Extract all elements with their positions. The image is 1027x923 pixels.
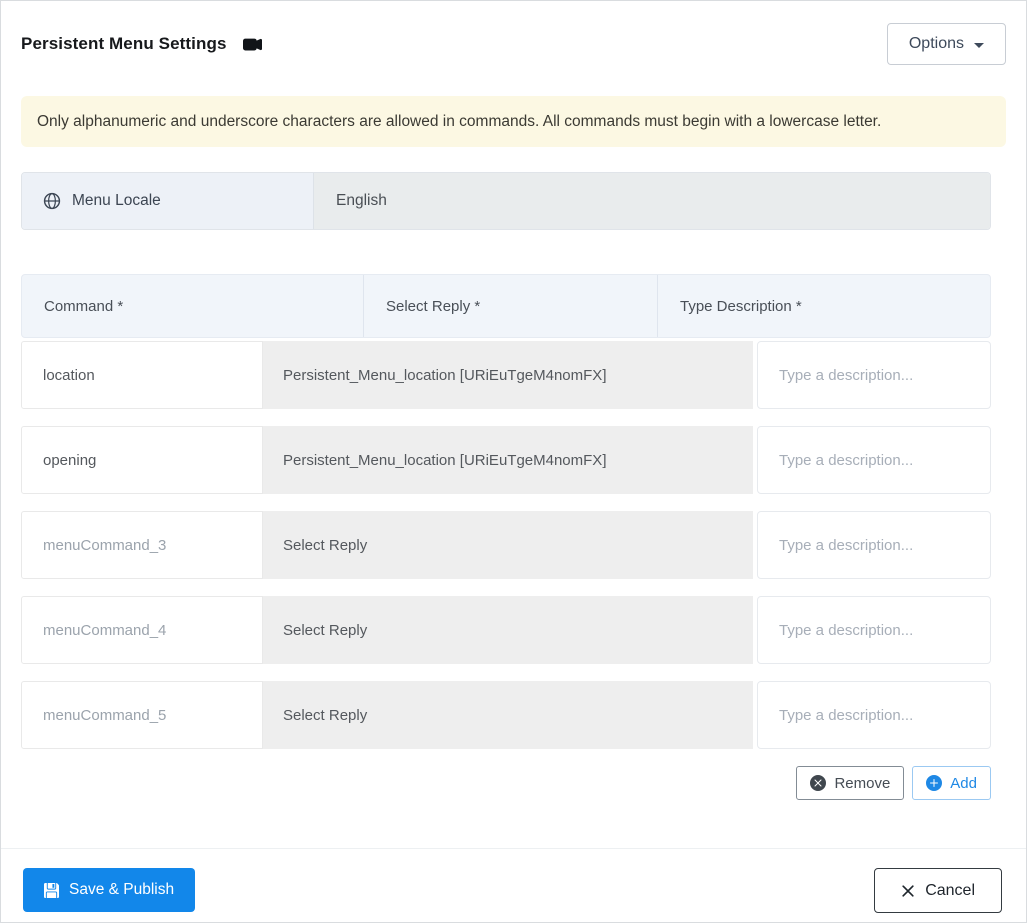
plus-circle-icon [926, 775, 943, 792]
command-row-5: Select Reply [21, 681, 991, 750]
description-input[interactable] [757, 511, 991, 580]
menu-locale-label: Menu Locale [72, 192, 161, 210]
column-header-command: Command * [44, 297, 124, 315]
options-button[interactable]: Options [886, 23, 1006, 65]
row-actions: Remove Add [21, 766, 991, 801]
x-circle-icon [810, 775, 827, 792]
x-icon [901, 884, 915, 898]
video-camera-icon [242, 35, 262, 54]
command-input[interactable] [21, 596, 263, 665]
reply-select-value: Persistent_Menu_location [URiEuTgeM4nomF… [283, 451, 607, 469]
command-row-3: Select Reply [21, 511, 991, 580]
column-header-type-description: Type Description * [680, 297, 802, 315]
save-publish-button[interactable]: Save & Publish [23, 868, 196, 913]
remove-button-label: Remove [834, 774, 891, 792]
command-input[interactable] [21, 511, 263, 580]
reply-select[interactable]: Persistent_Menu_location [URiEuTgeM4nomF… [263, 426, 753, 495]
column-header-select-reply: Select Reply * [363, 275, 658, 338]
command-input[interactable] [21, 681, 263, 750]
description-input[interactable] [757, 596, 991, 665]
page-title: Persistent Menu Settings [21, 34, 227, 53]
add-button-label: Add [950, 774, 977, 792]
reply-select[interactable]: Persistent_Menu_location [URiEuTgeM4nomF… [263, 341, 753, 410]
topbar: Persistent Menu Settings Options [21, 23, 1006, 65]
title-group: Persistent Menu Settings [21, 34, 262, 54]
reply-select-value: Select Reply [283, 621, 368, 639]
table-header: Command * Select Reply * Type Descriptio… [21, 274, 991, 339]
command-input[interactable] [21, 341, 263, 410]
reply-select-value: Select Reply [283, 536, 368, 554]
menu-locale-row: Menu Locale English [21, 172, 991, 231]
reply-select[interactable]: Select Reply [263, 596, 753, 665]
reply-select[interactable]: Select Reply [263, 511, 753, 580]
menu-locale-label-cell: Menu Locale [22, 173, 314, 230]
add-row-button[interactable]: Add [912, 766, 991, 801]
save-publish-label: Save & Publish [69, 881, 175, 899]
remove-row-button[interactable]: Remove [796, 766, 905, 801]
persistent-menu-settings-panel: Persistent Menu Settings Options Only al… [0, 0, 1027, 923]
menu-locale-value-text: English [336, 192, 387, 210]
cancel-button[interactable]: Cancel [874, 868, 1002, 914]
command-input[interactable] [21, 426, 263, 495]
description-input[interactable] [757, 426, 991, 495]
reply-select-value: Select Reply [283, 706, 368, 724]
description-input[interactable] [757, 341, 991, 410]
options-button-label: Options [908, 35, 964, 52]
command-row-1: Persistent_Menu_location [URiEuTgeM4nomF… [21, 341, 991, 410]
footer: Save & Publish Cancel [1, 848, 1026, 914]
chevron-down-icon [974, 42, 984, 48]
warning-banner: Only alphanumeric and underscore charact… [21, 96, 1006, 148]
description-input[interactable] [757, 681, 991, 750]
menu-locale-value[interactable]: English [314, 173, 990, 230]
cancel-button-label: Cancel [925, 881, 975, 899]
command-row-2: Persistent_Menu_location [URiEuTgeM4nomF… [21, 426, 991, 495]
reply-select-value: Persistent_Menu_location [URiEuTgeM4nomF… [283, 366, 607, 384]
command-row-4: Select Reply [21, 596, 991, 665]
warning-text: Only alphanumeric and underscore charact… [37, 113, 882, 130]
save-icon [44, 882, 59, 898]
reply-select[interactable]: Select Reply [263, 681, 753, 750]
command-rows: Persistent_Menu_location [URiEuTgeM4nomF… [21, 341, 1006, 750]
globe-icon [43, 192, 61, 210]
